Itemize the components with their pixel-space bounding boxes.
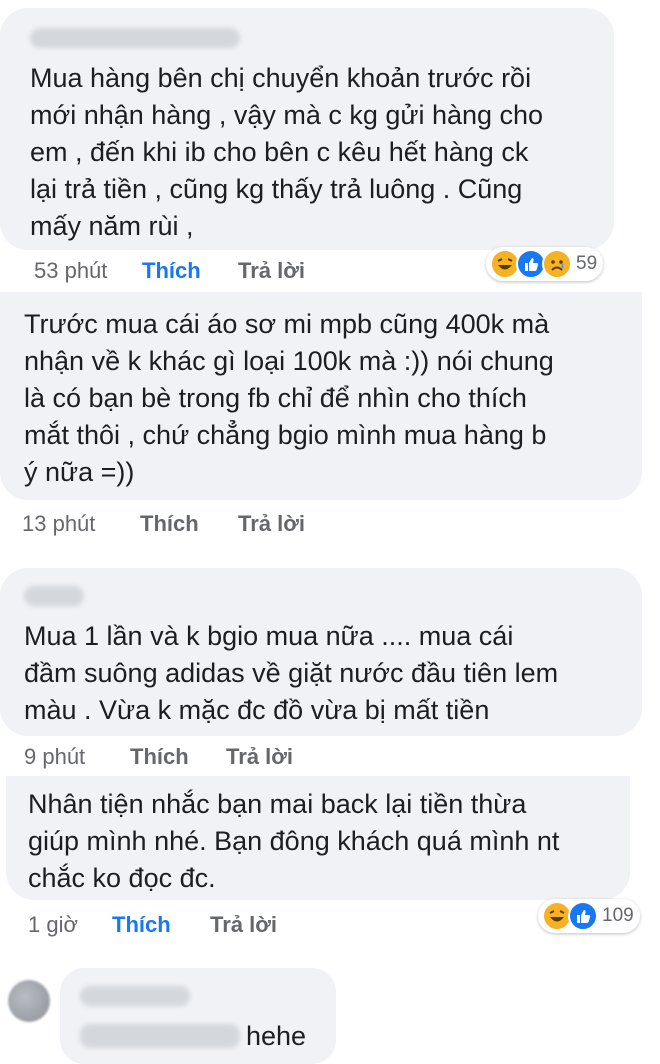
comment-text-line: Mua hàng bên chị chuyển khoản trước rồi bbox=[30, 63, 532, 93]
comment-bubble: Mua hàng bên chị chuyển khoản trước rồi … bbox=[0, 8, 614, 250]
comment-actions: 13 phút Thích Trả lời bbox=[22, 509, 322, 539]
comment-bubble: hehe bbox=[60, 968, 336, 1064]
like-reaction-icon bbox=[568, 901, 598, 931]
comment-text-line: màu . Vừa k mặc đc đồ vừa bị mất tiền bbox=[24, 695, 490, 725]
comment-text-line: Nhân tiện nhắc bạn mai back lại tiền thừ… bbox=[28, 789, 527, 819]
reaction-count: 59 bbox=[576, 253, 598, 274]
comment-text-line: em , đến khi ib cho bên c kêu hết hàng c… bbox=[30, 137, 529, 167]
comment-text-line: chắc ko đọc đc. bbox=[28, 863, 216, 893]
like-button[interactable]: Thích bbox=[130, 742, 189, 772]
comment-actions: 1 giờ Thích Trả lời bbox=[28, 910, 328, 940]
reply-button[interactable]: Trả lời bbox=[226, 742, 293, 772]
comment-text-line: ý nữa =)) bbox=[24, 457, 135, 487]
like-button[interactable]: Thích bbox=[140, 509, 199, 539]
comment-timestamp[interactable]: 1 giờ bbox=[28, 910, 78, 940]
reply-button[interactable]: Trả lời bbox=[238, 509, 305, 539]
comment-text-line: mắt thôi , chứ chẳng bgio mình mua hàng … bbox=[24, 420, 547, 450]
comment-text-line: mấy năm rùi , bbox=[30, 211, 194, 241]
comment-bubble: Mua 1 lần và k bgio mua nữa .... mua cái… bbox=[0, 568, 642, 736]
comment-text-line: giúp mình nhé. Bạn đông khách quá mình n… bbox=[28, 826, 560, 856]
commenter-name-blurred[interactable] bbox=[80, 986, 190, 1006]
avatar[interactable] bbox=[8, 980, 50, 1022]
comment-text-line: hehe bbox=[246, 1021, 307, 1051]
reaction-summary[interactable]: 109 bbox=[538, 899, 640, 933]
like-button[interactable]: Thích bbox=[142, 256, 201, 286]
comment-text-line: là có bạn bè trong fb chỉ để nhìn cho th… bbox=[24, 383, 527, 413]
comment-text-line: Mua 1 lần và k bgio mua nữa .... mua cái bbox=[24, 621, 514, 651]
commenter-name-blurred[interactable] bbox=[24, 586, 84, 606]
mention-blurred[interactable] bbox=[80, 1024, 240, 1048]
commenter-name-blurred[interactable] bbox=[30, 28, 240, 48]
comment-text-line: nhận về k khác gì loại 100k mà :)) nói c… bbox=[24, 346, 554, 376]
reaction-summary[interactable]: 59 bbox=[486, 247, 604, 281]
comment-timestamp[interactable]: 9 phút bbox=[24, 742, 85, 772]
reply-button[interactable]: Trả lời bbox=[210, 910, 277, 940]
reply-button[interactable]: Trả lời bbox=[238, 256, 305, 286]
comment-timestamp[interactable]: 53 phút bbox=[34, 256, 107, 286]
comment-text-line: Trước mua cái áo sơ mi mpb cũng 400k mà bbox=[24, 309, 550, 339]
comment-text-line: mới nhận hàng , vậy mà c kg gửi hàng cho bbox=[30, 100, 544, 130]
comment-text-line: đầm suông adidas về giặt nước đầu tiên l… bbox=[24, 658, 559, 688]
comment-actions: 53 phút Thích Trả lời bbox=[34, 256, 334, 286]
comment-actions: 9 phút Thích Trả lời bbox=[24, 742, 324, 772]
comment-text-line: lại trả tiền , cũng kg thấy trả luông . … bbox=[30, 174, 523, 204]
comment-bubble: Trước mua cái áo sơ mi mpb cũng 400k mà … bbox=[0, 292, 642, 500]
like-button[interactable]: Thích bbox=[112, 910, 171, 940]
comment-timestamp[interactable]: 13 phút bbox=[22, 509, 95, 539]
sad-reaction-icon bbox=[542, 249, 572, 279]
comment-bubble: Nhân tiện nhắc bạn mai back lại tiền thừ… bbox=[6, 776, 630, 900]
reaction-count: 109 bbox=[602, 905, 634, 926]
